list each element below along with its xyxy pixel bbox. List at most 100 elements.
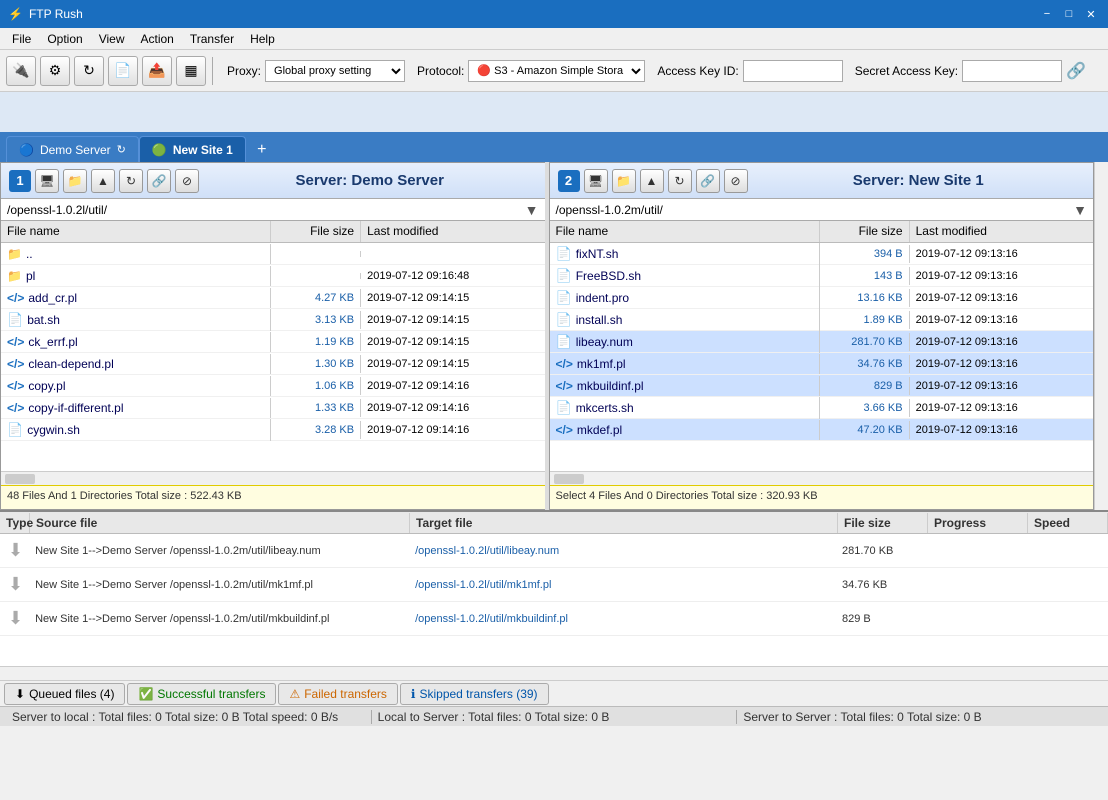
pane1-h-scrollbar[interactable]	[1, 471, 545, 485]
pane1-col-name[interactable]: File name	[1, 221, 271, 242]
table-row[interactable]: 📄 fixNT.sh 394 B 2019-07-12 09:13:16	[550, 243, 1094, 265]
pane2-col-size[interactable]: File size	[820, 221, 910, 242]
table-row[interactable]: </> copy-if-different.pl 1.33 KB 2019-07…	[1, 397, 545, 419]
table-row[interactable]: 📄 FreeBSD.sh 143 B 2019-07-12 09:13:16	[550, 265, 1094, 287]
menu-help[interactable]: Help	[242, 30, 283, 48]
tab-demo-server[interactable]: 🔵 Demo Server ↻	[6, 136, 139, 162]
file-modified	[361, 251, 544, 257]
pane1-path: /openssl-1.0.2l/util/	[7, 203, 525, 217]
table-row[interactable]: </> add_cr.pl 4.27 KB 2019-07-12 09:14:1…	[1, 287, 545, 309]
table-row[interactable]: 📄 install.sh 1.89 KB 2019-07-12 09:13:16	[550, 309, 1094, 331]
access-key-input[interactable]	[743, 60, 843, 82]
pl-file-icon: </>	[7, 379, 24, 393]
pane2-link-btn[interactable]: 🔗	[696, 169, 720, 193]
success-icon: ✅	[138, 687, 153, 701]
transfer-size: 34.76 KB	[838, 579, 928, 591]
table-row[interactable]: 📄 mkcerts.sh 3.66 KB 2019-07-12 09:13:16	[550, 397, 1094, 419]
tab-successful[interactable]: ✅ Successful transfers	[127, 683, 276, 705]
add-tab-button[interactable]: +	[250, 138, 274, 162]
file-size: 829 B	[820, 377, 910, 395]
pane1-refresh-btn[interactable]: ↻	[119, 169, 143, 193]
table-row[interactable]: </> ck_errf.pl 1.19 KB 2019-07-12 09:14:…	[1, 331, 545, 353]
new-file-button[interactable]: 📄	[108, 56, 138, 86]
menu-action[interactable]: Action	[133, 30, 182, 48]
table-row[interactable]: </> mkbuildinf.pl 829 B 2019-07-12 09:13…	[550, 375, 1094, 397]
file-name: 📄 indent.pro	[550, 287, 820, 309]
table-row[interactable]: </> copy.pl 1.06 KB 2019-07-12 09:14:16	[1, 375, 545, 397]
pane1-desktop-btn[interactable]: 🖥	[35, 169, 59, 193]
pane2-block-btn[interactable]: ⊘	[724, 169, 748, 193]
table-row[interactable]: </> mk1mf.pl 34.76 KB 2019-07-12 09:13:1…	[550, 353, 1094, 375]
pane1-col-modified[interactable]: Last modified	[361, 221, 544, 242]
file-name: 📄 libeay.num	[550, 331, 820, 353]
connect-button[interactable]: 🔌	[6, 56, 36, 86]
pane1-folder-btn[interactable]: 📁	[63, 169, 87, 193]
main-right-scrollbar[interactable]	[1094, 162, 1108, 510]
pane2-path-bar[interactable]: /openssl-1.0.2m/util/ ▼	[550, 199, 1094, 221]
table-row[interactable]: 📁 pl 2019-07-12 09:16:48	[1, 265, 545, 287]
upload-button[interactable]: 📤	[142, 56, 172, 86]
tab-refresh-0[interactable]: ↻	[117, 143, 126, 156]
refresh-button[interactable]: ↻	[74, 56, 104, 86]
file-modified: 2019-07-12 09:14:15	[361, 289, 544, 307]
tab-queued[interactable]: ⬇ Queued files (4)	[4, 683, 125, 705]
pane1-block-btn[interactable]: ⊘	[175, 169, 199, 193]
link-button[interactable]: 🔗	[1066, 61, 1086, 81]
pane1-path-dropdown[interactable]: ▼	[525, 202, 539, 218]
pane1-path-bar[interactable]: /openssl-1.0.2l/util/ ▼	[1, 199, 545, 221]
transfer-section: Type Source file Target file File size P…	[0, 510, 1108, 680]
pane2-folder-btn[interactable]: 📁	[612, 169, 636, 193]
pane1-table-header: File name File size Last modified	[1, 221, 545, 243]
transfer-col-progress: Progress	[928, 513, 1028, 533]
transfer-target: /openssl-1.0.2l/util/mk1mf.pl	[411, 579, 838, 591]
menu-option[interactable]: Option	[39, 30, 90, 48]
table-row[interactable]: 📁 ..	[1, 243, 545, 265]
secret-key-input[interactable]	[962, 60, 1062, 82]
transfer-size: 281.70 KB	[838, 545, 928, 557]
protocol-select[interactable]: 🔴 S3 - Amazon Simple Stora	[468, 60, 645, 82]
pane2-desktop-btn[interactable]: 🖥	[584, 169, 608, 193]
menu-view[interactable]: View	[91, 30, 133, 48]
table-row[interactable]: 📄 libeay.num 281.70 KB 2019-07-12 09:13:…	[550, 331, 1094, 353]
file-modified: 2019-07-12 09:16:48	[361, 267, 544, 285]
table-row[interactable]: 📄 indent.pro 13.16 KB 2019-07-12 09:13:1…	[550, 287, 1094, 309]
table-row[interactable]: </> clean-depend.pl 1.30 KB 2019-07-12 0…	[1, 353, 545, 375]
tab-failed[interactable]: ⚠ Failed transfers	[278, 683, 397, 705]
maximize-button[interactable]: □	[1060, 5, 1078, 23]
close-button[interactable]: ✕	[1082, 5, 1100, 23]
pane2-col-modified[interactable]: Last modified	[910, 221, 1093, 242]
table-row[interactable]: 📄 cygwin.sh 3.28 KB 2019-07-12 09:14:16	[1, 419, 545, 441]
window-controls[interactable]: − □ ✕	[1038, 5, 1100, 23]
pane2-file-list: 📄 fixNT.sh 394 B 2019-07-12 09:13:16 📄 F…	[550, 243, 1094, 471]
pane2-path-dropdown[interactable]: ▼	[1073, 202, 1087, 218]
sh-file-icon: 📄	[7, 422, 23, 438]
tab-skipped[interactable]: ℹ Skipped transfers (39)	[400, 683, 549, 705]
pane2-refresh-btn[interactable]: ↻	[668, 169, 692, 193]
transfer-row[interactable]: ⬇ New Site 1-->Demo Server /openssl-1.0.…	[0, 602, 1108, 636]
menu-file[interactable]: File	[4, 30, 39, 48]
status-bar: Server to local : Total files: 0 Total s…	[0, 706, 1108, 726]
table-row[interactable]: 📄 bat.sh 3.13 KB 2019-07-12 09:14:15	[1, 309, 545, 331]
terminal-button[interactable]: ▦	[176, 56, 206, 86]
tab-new-site-1[interactable]: 🟢 New Site 1	[139, 136, 246, 162]
pane1-up-btn[interactable]: ▲	[91, 169, 115, 193]
pane2-header: 2 🖥 📁 ▲ ↻ 🔗 ⊘ Server: New Site 1	[550, 163, 1094, 199]
file-pane-2: 2 🖥 📁 ▲ ↻ 🔗 ⊘ Server: New Site 1 /openss…	[549, 162, 1095, 510]
pane2-h-scrollbar[interactable]	[550, 471, 1094, 485]
transfer-h-scrollbar[interactable]	[0, 666, 1108, 680]
pane1-col-size[interactable]: File size	[271, 221, 361, 242]
num-file-icon: 📄	[556, 334, 572, 350]
transfer-col-target: Target file	[410, 513, 838, 533]
app-icon: ⚡	[8, 7, 23, 21]
settings-button[interactable]: ⚙	[40, 56, 70, 86]
pane2-col-name[interactable]: File name	[550, 221, 820, 242]
minimize-button[interactable]: −	[1038, 5, 1056, 23]
transfer-row[interactable]: ⬇ New Site 1-->Demo Server /openssl-1.0.…	[0, 568, 1108, 602]
pane2-up-btn[interactable]: ▲	[640, 169, 664, 193]
pane1-link-btn[interactable]: 🔗	[147, 169, 171, 193]
menu-transfer[interactable]: Transfer	[182, 30, 242, 48]
transfer-row[interactable]: ⬇ New Site 1-->Demo Server /openssl-1.0.…	[0, 534, 1108, 568]
table-row[interactable]: </> mkdef.pl 47.20 KB 2019-07-12 09:13:1…	[550, 419, 1094, 441]
secret-key-section: Secret Access Key:	[855, 60, 1062, 82]
proxy-select[interactable]: Global proxy setting	[265, 60, 405, 82]
